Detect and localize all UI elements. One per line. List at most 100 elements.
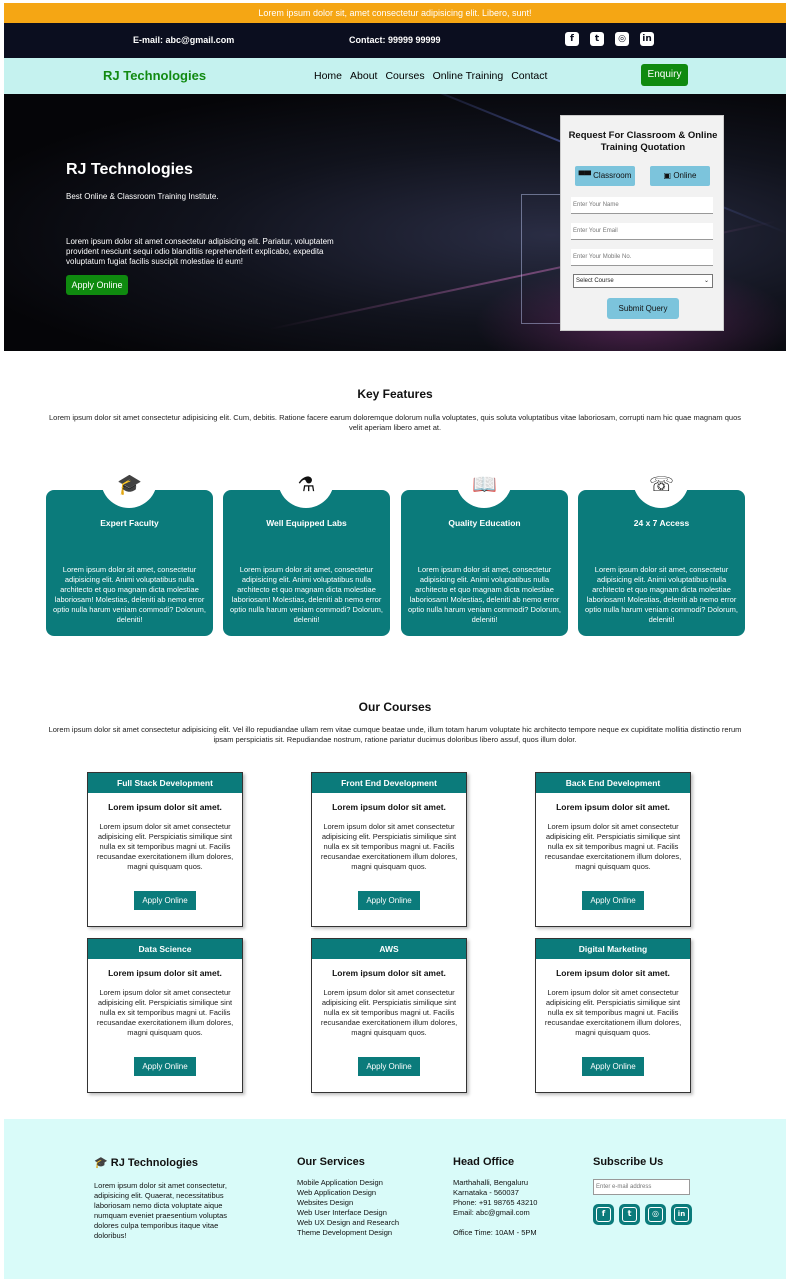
course-description: Lorem ipsum dolor sit amet consectetur a…: [96, 822, 234, 871]
course-name: AWS: [312, 939, 466, 959]
submit-query-button[interactable]: Submit Query: [607, 298, 679, 319]
office-line: Karnataka - 560037: [453, 1188, 519, 1197]
quotation-title: Request For Classroom & Online Training …: [568, 130, 718, 153]
course-subtitle: Lorem ipsum dolor sit amet.: [108, 802, 222, 812]
course-apply-button[interactable]: Apply Online: [358, 891, 420, 910]
nav-links: Home About Courses Online Training Conta…: [314, 70, 547, 82]
course-description: Lorem ipsum dolor sit amet consectetur a…: [96, 988, 234, 1037]
navbar: RJ Technologies Home About Courses Onlin…: [4, 58, 786, 94]
course-subtitle: Lorem ipsum dolor sit amet.: [332, 968, 446, 978]
nav-about[interactable]: About: [350, 70, 377, 82]
courses-title: Our Courses: [358, 700, 432, 714]
service-link[interactable]: Web UX Design and Research: [297, 1218, 399, 1228]
office-phone[interactable]: Phone: +91 98765 43210: [453, 1198, 537, 1208]
course-apply-button[interactable]: Apply Online: [358, 1057, 420, 1076]
footer-services: Our Services Mobile Application Design W…: [297, 1156, 399, 1238]
key-features-title: Key Features: [357, 387, 433, 401]
course-description: Lorem ipsum dolor sit amet consectetur a…: [544, 822, 682, 871]
service-link[interactable]: Web Application Design: [297, 1188, 399, 1198]
top-social-links: f t ◎ in: [565, 32, 654, 46]
linkedin-icon[interactable]: in: [640, 32, 654, 46]
footer-social-links: f t ◎ in: [593, 1204, 692, 1225]
classroom-button[interactable]: ▀▀ Classroom: [575, 166, 635, 186]
hero-description: Lorem ipsum dolor sit amet consectetur a…: [66, 237, 334, 266]
office-heading: Head Office: [453, 1156, 515, 1168]
office-line: Marthahalli, Bengaluru: [453, 1178, 529, 1187]
name-field[interactable]: Enter Your Name: [571, 197, 713, 214]
course-apply-button[interactable]: Apply Online: [582, 1057, 644, 1076]
footer-office: Head Office Marthahalli, Bengaluru Karna…: [453, 1156, 537, 1238]
feature-description: Lorem ipsum dolor sit amet, consectetur …: [53, 565, 206, 624]
nav-online-training[interactable]: Online Training: [433, 70, 504, 82]
footer-brand-name: RJ Technologies: [110, 1157, 198, 1169]
facebook-icon[interactable]: f: [565, 32, 579, 46]
feature-name: Well Equipped Labs: [266, 518, 347, 528]
nav-home[interactable]: Home: [314, 70, 342, 82]
twitter-icon[interactable]: t: [590, 32, 604, 46]
facebook-icon[interactable]: f: [593, 1204, 614, 1225]
quotation-form: Request For Classroom & Online Training …: [560, 115, 724, 331]
courses-text: Lorem ipsum dolor sit amet consectetur a…: [48, 725, 742, 744]
footer-about-text: Lorem ipsum dolor sit amet consectetur, …: [94, 1181, 227, 1240]
office-email[interactable]: Email: abc@gmail.com: [453, 1208, 537, 1218]
feature-name: Expert Faculty: [100, 518, 159, 528]
course-description: Lorem ipsum dolor sit amet consectetur a…: [320, 822, 458, 871]
course-apply-button[interactable]: Apply Online: [134, 891, 196, 910]
course-subtitle: Lorem ipsum dolor sit amet.: [108, 968, 222, 978]
classroom-icon: ▀▀: [578, 171, 591, 180]
instagram-icon[interactable]: ◎: [615, 32, 629, 46]
feature-description: Lorem ipsum dolor sit amet, consectetur …: [585, 565, 738, 624]
course-card: Full Stack Development Lorem ipsum dolor…: [87, 772, 243, 927]
course-select[interactable]: Select Course ⌄: [573, 274, 713, 288]
feature-description: Lorem ipsum dolor sit amet, consectetur …: [230, 565, 383, 624]
course-subtitle: Lorem ipsum dolor sit amet.: [332, 802, 446, 812]
feature-card: 📖 Quality Education Lorem ipsum dolor si…: [401, 470, 568, 636]
service-link[interactable]: Websites Design: [297, 1198, 399, 1208]
footer: 🎓 RJ Technologies Lorem ipsum dolor sit …: [4, 1119, 786, 1279]
nav-courses[interactable]: Courses: [385, 70, 424, 82]
hero-apply-button[interactable]: Apply Online: [66, 275, 128, 295]
classroom-label: Classroom: [593, 171, 632, 180]
service-link[interactable]: Web User Interface Design: [297, 1208, 399, 1218]
footer-about: 🎓 RJ Technologies Lorem ipsum dolor sit …: [94, 1156, 246, 1241]
course-card: Front End Development Lorem ipsum dolor …: [311, 772, 467, 927]
service-link[interactable]: Theme Development Design: [297, 1228, 399, 1238]
contact-bar: E-mail: abc@gmail.com Contact: 99999 999…: [4, 23, 786, 58]
key-features-text: Lorem ipsum dolor sit amet consectetur a…: [48, 413, 742, 432]
office-time: Office Time: 10AM - 5PM: [453, 1228, 537, 1237]
services-list: Mobile Application Design Web Applicatio…: [297, 1178, 399, 1238]
service-link[interactable]: Mobile Application Design: [297, 1178, 399, 1188]
email-field[interactable]: Enter Your Email: [571, 223, 713, 240]
linkedin-icon[interactable]: in: [671, 1204, 692, 1225]
brand-logo[interactable]: RJ Technologies: [103, 68, 206, 83]
flask-icon: ⚗: [297, 472, 316, 496]
online-button[interactable]: ▣ Online: [650, 166, 710, 186]
graduation-cap-icon: 🎓: [117, 472, 142, 496]
footer-subscribe: Subscribe Us Enter e-mail address f t ◎ …: [593, 1156, 692, 1225]
mobile-field[interactable]: Enter Your Mobile No.: [571, 249, 713, 266]
hero-section: RJ Technologies Best Online & Classroom …: [4, 94, 786, 351]
enquiry-button[interactable]: Enquiry: [641, 64, 688, 86]
services-heading: Our Services: [297, 1156, 365, 1168]
subscribe-email-input[interactable]: Enter e-mail address: [593, 1179, 690, 1195]
course-apply-button[interactable]: Apply Online: [134, 1057, 196, 1076]
nav-contact[interactable]: Contact: [511, 70, 547, 82]
phone-24-icon: ☏: [648, 472, 674, 496]
feature-card: 🎓 Expert Faculty Lorem ipsum dolor sit a…: [46, 470, 213, 636]
announcement-bar: Lorem ipsum dolor sit, amet consectetur …: [4, 3, 786, 23]
subscribe-heading: Subscribe Us: [593, 1156, 664, 1168]
contact-email[interactable]: E-mail: abc@gmail.com: [133, 35, 234, 45]
graduation-cap-icon: 🎓: [94, 1156, 108, 1169]
instagram-icon[interactable]: ◎: [645, 1204, 666, 1225]
course-apply-button[interactable]: Apply Online: [582, 891, 644, 910]
course-description: Lorem ipsum dolor sit amet consectetur a…: [320, 988, 458, 1037]
course-subtitle: Lorem ipsum dolor sit amet.: [556, 968, 670, 978]
online-label: Online: [673, 171, 697, 180]
contact-phone[interactable]: Contact: 99999 99999: [349, 35, 441, 45]
course-select-value: Select Course: [576, 278, 614, 284]
footer-brand[interactable]: 🎓 RJ Technologies: [94, 1156, 246, 1169]
course-name: Full Stack Development: [88, 773, 242, 793]
hero-title: RJ Technologies: [66, 161, 193, 178]
twitter-icon[interactable]: t: [619, 1204, 640, 1225]
course-card: Back End Development Lorem ipsum dolor s…: [535, 772, 691, 927]
